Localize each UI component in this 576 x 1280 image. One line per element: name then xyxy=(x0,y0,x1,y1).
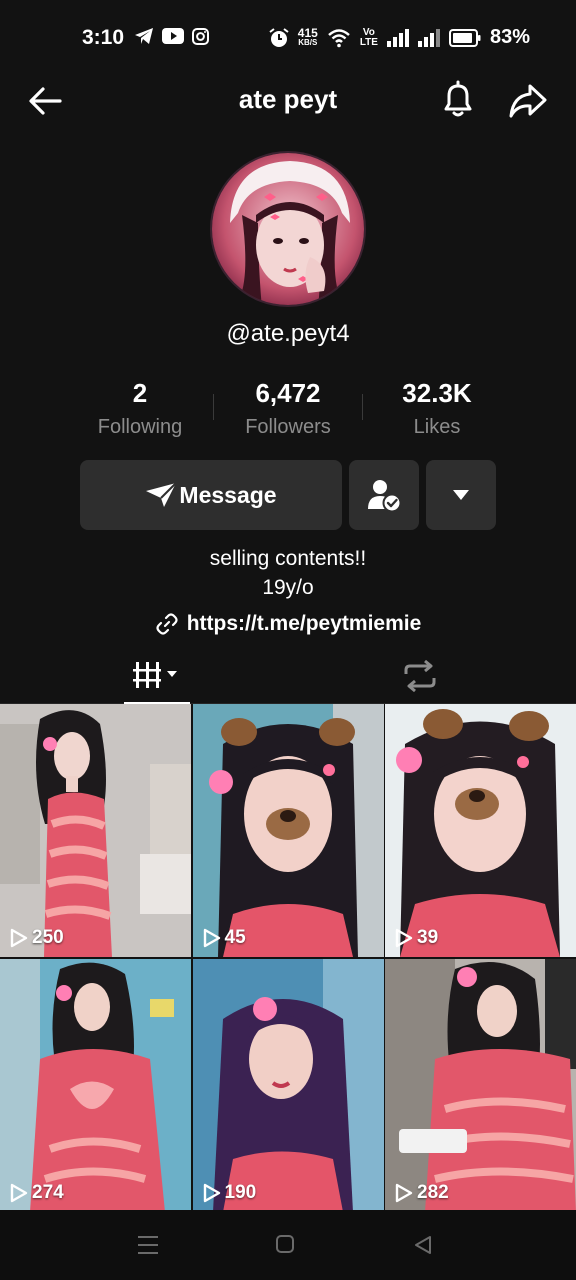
signal-icon xyxy=(386,28,409,47)
page-title: ate peyt xyxy=(238,84,338,114)
caret-down-icon xyxy=(453,490,469,500)
thumbnail-image xyxy=(0,959,191,1212)
following-status-button[interactable] xyxy=(349,460,419,530)
message-button[interactable]: Message xyxy=(80,460,342,530)
volte-bottom: LTE xyxy=(359,36,378,48)
notification-icons xyxy=(134,27,209,45)
wifi-icon xyxy=(327,28,350,47)
profile-stats: 2 Following 6,472 Followers 32.3K Likes xyxy=(0,376,576,446)
share-icon[interactable] xyxy=(508,82,548,120)
net-speed-value: 415 xyxy=(297,25,318,40)
nav-back-icon[interactable] xyxy=(412,1234,434,1256)
video-thumbnail[interactable]: 190 xyxy=(192,959,384,1212)
view-count-value: 282 xyxy=(417,1182,449,1203)
avatar[interactable] xyxy=(210,151,366,307)
bell-icon[interactable] xyxy=(440,80,476,120)
view-count: 39 xyxy=(395,927,438,949)
message-label: Message xyxy=(179,481,277,508)
link-icon xyxy=(156,613,178,635)
video-thumbnail[interactable]: 250 xyxy=(0,704,191,957)
view-count: 45 xyxy=(203,927,246,949)
video-thumbnail[interactable]: 45 xyxy=(192,704,384,957)
play-icon xyxy=(203,1183,220,1203)
profile-link[interactable]: https://t.me/peytmiemie xyxy=(0,612,576,636)
play-icon xyxy=(395,1183,413,1203)
system-nav-bar xyxy=(0,1210,576,1280)
bio: selling contents!! 19y/o xyxy=(0,544,576,602)
view-count-value: 274 xyxy=(32,1182,64,1203)
battery-icon xyxy=(448,28,481,47)
recent-apps-icon[interactable] xyxy=(136,1234,160,1256)
status-right: 415 KB/S Vo LTE 83% xyxy=(269,26,530,49)
volte-indicator: Vo LTE xyxy=(359,26,378,48)
telegram-icon xyxy=(135,28,153,44)
suggested-accounts-button[interactable] xyxy=(426,460,496,530)
view-count-value: 39 xyxy=(417,927,439,948)
play-icon xyxy=(10,928,28,948)
youtube-icon xyxy=(162,28,184,44)
followers-label: Followers xyxy=(245,416,331,438)
stat-following[interactable]: 2 Following xyxy=(65,376,215,444)
stat-followers[interactable]: 6,472 Followers xyxy=(213,376,363,444)
view-count: 250 xyxy=(10,927,64,949)
send-icon xyxy=(146,482,178,507)
profile-header: ate peyt xyxy=(0,78,576,124)
home-icon[interactable] xyxy=(275,1234,295,1254)
status-time: 3:10 xyxy=(82,26,125,49)
signal-icon-2 xyxy=(417,28,440,47)
battery-percent: 83% xyxy=(489,26,530,48)
instagram-icon xyxy=(192,27,209,45)
play-icon xyxy=(395,928,413,948)
thumbnail-image xyxy=(192,704,384,957)
repost-icon xyxy=(404,660,436,692)
video-thumbnail[interactable]: 274 xyxy=(0,959,191,1212)
likes-label: Likes xyxy=(413,416,461,438)
video-thumbnail[interactable]: 282 xyxy=(385,959,576,1212)
content-tabs xyxy=(0,648,576,704)
followers-count: 6,472 xyxy=(255,378,321,408)
status-bar: 3:10 415 KB/S Vo LTE 83% xyxy=(0,0,576,78)
view-count-value: 45 xyxy=(224,927,246,948)
following-count: 2 xyxy=(132,378,148,408)
stat-likes[interactable]: 32.3K Likes xyxy=(362,376,512,444)
follow-check-icon xyxy=(368,480,402,513)
video-grid: 250 45 39 274 190 282 xyxy=(0,704,576,1212)
view-count-value: 250 xyxy=(32,927,64,948)
play-icon xyxy=(203,928,220,948)
view-count-value: 190 xyxy=(224,1182,257,1203)
bio-line: 19y/o xyxy=(262,576,314,599)
video-thumbnail[interactable]: 39 xyxy=(385,704,576,957)
view-count: 274 xyxy=(10,1182,64,1204)
video-grid-icon xyxy=(133,662,177,688)
thumbnail-image xyxy=(385,704,576,957)
thumbnail-image xyxy=(192,959,384,1212)
following-label: Following xyxy=(97,416,183,438)
thumbnail-image xyxy=(385,959,576,1212)
tab-videos[interactable] xyxy=(124,648,190,704)
bio-line: selling contents!! xyxy=(209,547,367,570)
view-count: 190 xyxy=(203,1182,257,1204)
likes-count: 32.3K xyxy=(402,378,472,408)
link-text: https://t.me/peytmiemie xyxy=(186,612,422,635)
thumbnail-image xyxy=(0,704,191,957)
avatar-image xyxy=(212,153,364,305)
volte-top: Vo xyxy=(362,26,375,38)
net-speed-unit: KB/S xyxy=(298,37,318,47)
net-speed: 415 KB/S xyxy=(297,25,318,48)
username: @ate.peyt4 xyxy=(226,320,350,347)
play-icon xyxy=(10,1183,28,1203)
tab-reposts[interactable] xyxy=(396,648,444,704)
alarm-icon xyxy=(269,27,289,47)
view-count: 282 xyxy=(395,1182,449,1204)
